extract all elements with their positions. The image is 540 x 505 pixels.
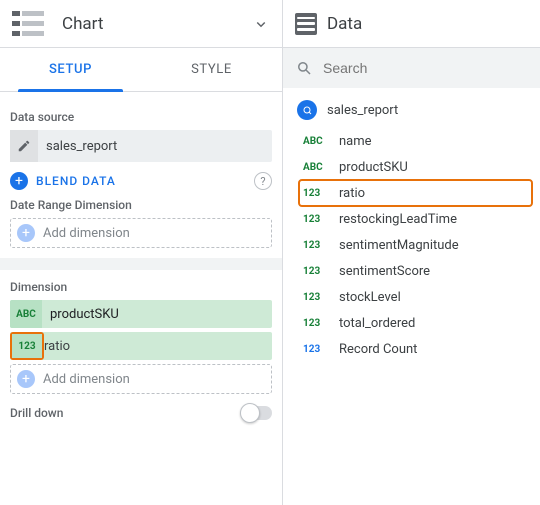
field-name: productSKU	[339, 160, 408, 175]
chevron-down-icon[interactable]	[252, 15, 270, 33]
field-name: total_ordered	[339, 316, 415, 331]
field-type-badge: 123	[303, 292, 329, 303]
field-type-badge: ABC	[303, 162, 329, 173]
drill-down-row: Drill down	[10, 406, 272, 420]
data-source-name: sales_report	[38, 139, 117, 154]
field-type-badge: 123	[303, 318, 329, 329]
setup-scroll-area: Data source sales_report + BLEND DATA ? …	[0, 92, 282, 505]
dimension-chip-label: ratio	[44, 339, 70, 354]
field-type-badge: ABC	[303, 136, 329, 147]
dimension-chip-productsku[interactable]: ABC productSKU	[10, 300, 272, 328]
help-icon[interactable]: ?	[254, 172, 272, 190]
blend-data-row: + BLEND DATA ?	[10, 172, 272, 190]
field-row-ratio[interactable]: 123 ratio	[299, 180, 532, 206]
section-divider	[0, 258, 282, 270]
data-panel: Data sales_report ABC name ABC productSK…	[283, 0, 540, 505]
dimension-chip-ratio[interactable]: 123 ratio	[10, 332, 272, 360]
search-input[interactable]	[323, 60, 528, 76]
data-header-title: Data	[327, 14, 362, 34]
search-icon	[295, 59, 313, 77]
plus-icon: +	[17, 224, 35, 242]
field-list: ABC name ABC productSKU 123 ratio 123 re…	[283, 126, 540, 362]
add-dimension-text: Add dimension	[43, 226, 130, 241]
field-row[interactable]: 123 restockingLeadTime	[299, 206, 532, 232]
field-name: sentimentScore	[339, 264, 430, 279]
date-range-add-dimension[interactable]: + Add dimension	[10, 218, 272, 248]
field-type-badge: 123	[303, 214, 329, 225]
chart-config-panel: Chart SETUP STYLE Data source sales_repo…	[0, 0, 283, 505]
plus-icon: +	[17, 370, 35, 388]
highlighted-badge-box: 123	[10, 332, 44, 360]
dimension-chip-label: productSKU	[42, 307, 119, 322]
search-row	[283, 48, 540, 88]
field-type-badge: 123	[303, 240, 329, 251]
pencil-icon[interactable]	[10, 130, 38, 162]
datasource-icon	[297, 100, 317, 120]
date-range-label: Date Range Dimension	[10, 198, 272, 212]
field-row[interactable]: 123 Record Count	[299, 336, 532, 362]
data-source-title: sales_report	[327, 103, 398, 118]
field-row[interactable]: ABC name	[299, 128, 532, 154]
data-source-header[interactable]: sales_report	[283, 88, 540, 126]
blend-data-button[interactable]: BLEND DATA	[36, 174, 116, 188]
chart-type-thumbnail[interactable]	[12, 9, 52, 39]
field-row[interactable]: ABC productSKU	[299, 154, 532, 180]
config-tabs: SETUP STYLE	[0, 48, 282, 92]
field-type-badge: 123	[303, 188, 329, 199]
field-type-badge: 123	[303, 266, 329, 277]
data-source-icon	[295, 13, 317, 35]
field-name: sentimentMagnitude	[339, 238, 459, 253]
field-name: restockingLeadTime	[339, 212, 457, 227]
data-source-label: Data source	[10, 110, 272, 124]
field-row[interactable]: 123 sentimentScore	[299, 258, 532, 284]
tab-setup[interactable]: SETUP	[0, 48, 141, 91]
field-name: stockLevel	[339, 290, 401, 305]
data-source-chip[interactable]: sales_report	[10, 130, 272, 162]
drill-down-toggle[interactable]	[242, 406, 272, 420]
type-badge-123: 123	[12, 334, 42, 358]
dimension-label: Dimension	[10, 280, 272, 294]
tab-style[interactable]: STYLE	[141, 48, 282, 91]
field-name: name	[339, 134, 372, 149]
field-row[interactable]: 123 sentimentMagnitude	[299, 232, 532, 258]
plus-icon[interactable]: +	[10, 172, 28, 190]
dimension-add[interactable]: + Add dimension	[10, 364, 272, 394]
field-row[interactable]: 123 total_ordered	[299, 310, 532, 336]
data-header: Data	[283, 0, 540, 48]
field-row[interactable]: 123 stockLevel	[299, 284, 532, 310]
field-name: ratio	[339, 186, 365, 201]
chart-header-title: Chart	[62, 14, 103, 34]
drill-down-label: Drill down	[10, 406, 63, 420]
chart-header: Chart	[0, 0, 282, 48]
field-type-badge: 123	[303, 344, 329, 355]
add-dimension-text: Add dimension	[43, 372, 130, 387]
field-name: Record Count	[339, 342, 417, 357]
type-badge-abc: ABC	[10, 300, 42, 328]
